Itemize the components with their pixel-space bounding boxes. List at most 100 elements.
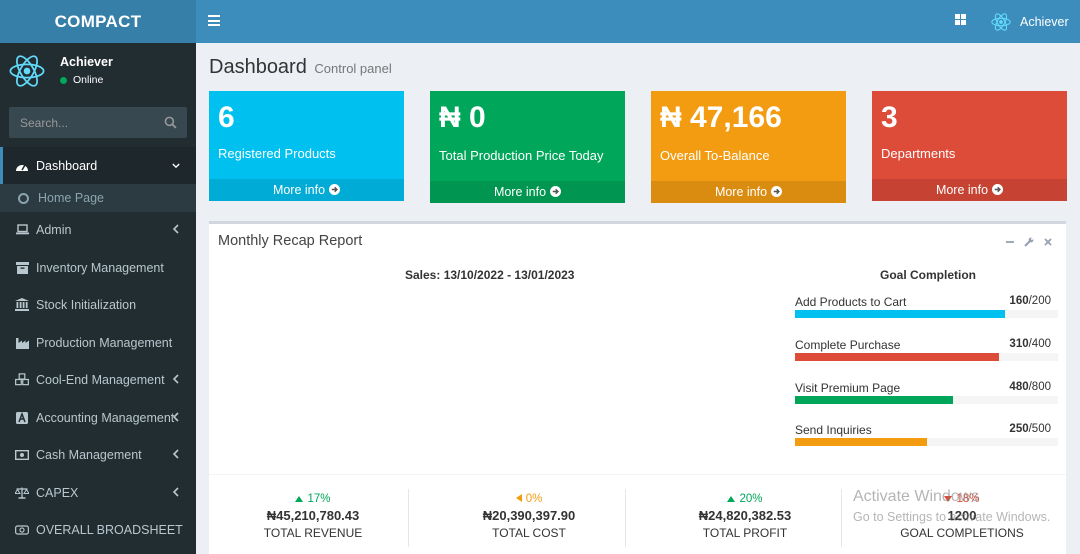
sidebar-search xyxy=(9,107,187,138)
sidebar-subitem-home-page[interactable]: Home Page xyxy=(0,184,196,212)
sidebar-item-label: Home Page xyxy=(38,191,105,205)
close-icon[interactable] xyxy=(1043,234,1053,246)
activate-windows-watermark-text: Go to Settings to activate Windows. xyxy=(853,510,1051,524)
sidebar-user-name: Achiever xyxy=(60,55,113,69)
sidebar-item-inventory-management[interactable]: Inventory Management xyxy=(0,249,196,286)
sidebar-item-cool-end-management[interactable]: Cool-End Management xyxy=(0,361,196,398)
progress-number: 250/500 xyxy=(1009,423,1051,435)
progress-number: 310/400 xyxy=(1009,338,1051,350)
progress-value: 250 xyxy=(1009,423,1029,435)
cubes-icon xyxy=(15,373,29,387)
app-logo[interactable]: COMPACT xyxy=(0,0,196,43)
description-label: TOTAL COST xyxy=(492,526,566,540)
circle-icon xyxy=(18,192,29,204)
wrench-icon[interactable] xyxy=(1024,234,1034,247)
goal-completion-title: Goal Completion xyxy=(880,268,976,282)
box-tools xyxy=(1005,234,1053,247)
progress-bar-fill xyxy=(795,396,953,404)
progress-bar xyxy=(795,353,1058,361)
more-info-label: More info xyxy=(272,183,326,197)
progress-bar xyxy=(795,396,1058,404)
sidebar-item-production-management[interactable]: Production Management xyxy=(0,324,196,361)
sidebar-item-overall-broadsheet[interactable]: OVERALL BROADSHEET xyxy=(0,511,196,548)
progress-total: /200 xyxy=(1028,295,1051,307)
laptop-icon xyxy=(15,223,29,237)
grid-icon[interactable] xyxy=(955,14,966,25)
user-menu[interactable]: Achiever xyxy=(990,10,1069,34)
online-status-dot-icon xyxy=(60,76,67,84)
collapse-icon[interactable] xyxy=(1005,234,1015,244)
more-info-link[interactable]: More info xyxy=(651,181,846,203)
stat-box-departments: 3 Departments More info xyxy=(872,91,1067,201)
activate-windows-watermark-title: Activate Windows xyxy=(853,488,980,505)
chevron-left-icon xyxy=(172,487,179,497)
more-info-label: More info xyxy=(714,185,768,199)
sales-chart-caption: Sales: 13/10/2022 - 13/01/2023 xyxy=(405,268,575,282)
more-info-label: More info xyxy=(493,185,547,199)
more-info-link[interactable]: More info xyxy=(430,181,625,203)
description-amount: ₦20,390,397.90 xyxy=(482,508,576,523)
column-divider xyxy=(841,489,842,547)
caret-left-icon xyxy=(515,493,522,505)
progress-bar-fill xyxy=(795,353,999,361)
sidebar-item-label: Admin xyxy=(36,222,72,237)
stat-label: Total Production Price Today xyxy=(439,148,604,163)
sidebar-item-dashboard[interactable]: Dashboard xyxy=(0,147,196,184)
sidebar-item-label: Stock Initialization xyxy=(36,297,137,312)
progress-bar-fill xyxy=(795,438,927,446)
industry-icon xyxy=(15,336,29,350)
more-info-link[interactable]: More info xyxy=(209,179,404,201)
percentage-text: 0% xyxy=(525,493,543,505)
sidebar-item-label: Dashboard xyxy=(36,158,98,173)
hamburger-menu-icon[interactable] xyxy=(208,15,220,26)
sidebar-item-stock-initialization[interactable]: Stock Initialization xyxy=(0,286,196,323)
sidebar-item-cash-management[interactable]: Cash Management xyxy=(0,436,196,473)
caret-up-icon xyxy=(727,493,736,505)
chevron-left-icon xyxy=(172,412,179,422)
box-title: Monthly Recap Report xyxy=(218,233,363,249)
progress-label: Complete Purchase xyxy=(795,338,901,352)
sidebar-item-capex[interactable]: CAPEX xyxy=(0,474,196,511)
column-divider xyxy=(408,489,409,547)
user-panel: Achiever Online xyxy=(0,43,196,98)
percentage-text: 17% xyxy=(307,493,331,505)
stat-label: Departments xyxy=(881,146,956,161)
react-logo-icon xyxy=(991,13,1011,31)
page-title: Dashboard Control panel xyxy=(209,56,392,79)
progress-label: Visit Premium Page xyxy=(795,381,901,395)
progress-number: 480/800 xyxy=(1009,381,1051,393)
stat-label: Registered Products xyxy=(218,146,336,161)
progress-bar xyxy=(795,310,1058,318)
money-bill-icon xyxy=(15,523,29,537)
stat-box-total-production-price-today: ₦ 0 Total Production Price Today More in… xyxy=(430,91,625,203)
sidebar-item-label: Cash Management xyxy=(36,447,142,462)
font-icon xyxy=(15,411,29,425)
top-navbar: Achiever xyxy=(196,0,1080,43)
more-info-label: More info xyxy=(935,183,989,197)
sidebar-item-admin[interactable]: Admin xyxy=(0,211,196,248)
arrow-circle-right-icon xyxy=(771,186,783,197)
description-label: TOTAL PROFIT xyxy=(702,526,788,540)
stat-value: ₦ 0 xyxy=(439,101,486,134)
chevron-down-icon xyxy=(172,163,180,169)
balance-scale-icon xyxy=(15,486,29,500)
sidebar-item-label: Cool-End Management xyxy=(36,372,165,387)
percentage-indicator: 20% xyxy=(642,492,848,506)
stat-box-registered-products: 6 Registered Products More info xyxy=(209,91,404,201)
progress-label: Add Products to Cart xyxy=(795,295,907,309)
search-icon[interactable] xyxy=(164,116,177,129)
sidebar-item-label: Inventory Management xyxy=(36,260,164,275)
progress-value: 160 xyxy=(1009,295,1029,307)
chevron-left-icon xyxy=(172,224,179,234)
more-info-link[interactable]: More info xyxy=(872,179,1067,201)
caret-up-icon xyxy=(295,493,304,505)
user-status: Online xyxy=(60,74,103,86)
progress-bar xyxy=(795,438,1058,446)
progress-group-add-products: Add Products to Cart 160/200 xyxy=(795,295,1058,323)
sidebar-item-label: Accounting Management xyxy=(36,410,175,425)
sidebar-item-accounting-management[interactable]: Accounting Management xyxy=(0,399,196,436)
search-input[interactable] xyxy=(9,107,154,138)
user-menu-name: Achiever xyxy=(1020,15,1069,29)
stat-box-overall-to-balance: ₦ 47,166 Overall To-Balance More info xyxy=(651,91,846,203)
user-status-text: Online xyxy=(73,74,104,86)
